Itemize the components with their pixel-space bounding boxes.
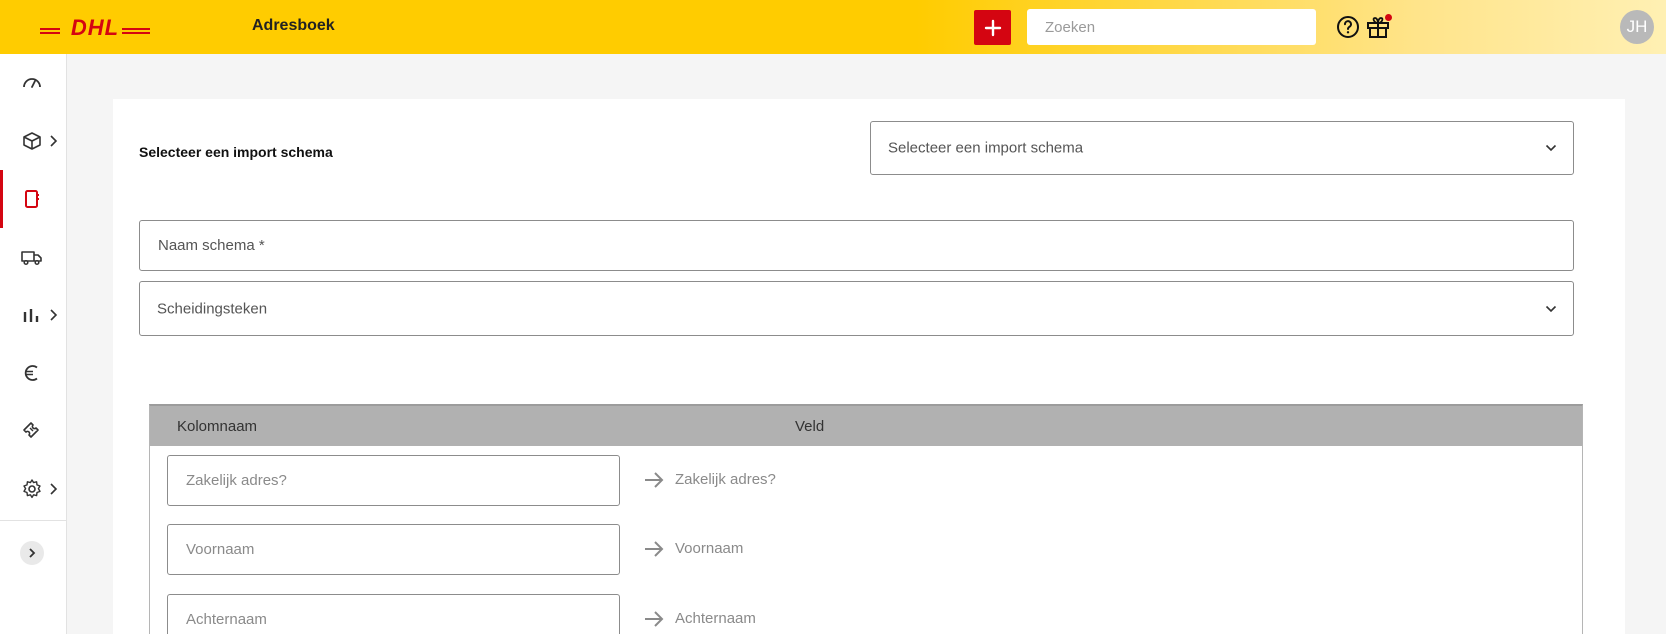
help-icon[interactable] [1336,15,1360,39]
sidebar-item-reports[interactable] [0,286,66,344]
sidebar-item-billing[interactable] [0,344,66,402]
bar-chart-icon [23,309,39,322]
ticket-icon [23,422,39,438]
separator-select-value: Scheidingsteken [157,300,268,317]
sidebar-item-settings[interactable] [0,460,66,518]
top-header: DHL Adresboek JH [0,0,1666,54]
schema-name-input[interactable] [139,220,1574,271]
column-name-input[interactable] [167,594,620,634]
mapped-field: Voornaam [675,540,744,557]
import-schema-select[interactable]: Selecteer een import schema [870,121,1574,175]
sidebar-divider [0,520,66,521]
logo-text: DHL [71,15,119,40]
sidebar-item-vouchers[interactable] [0,402,66,460]
column-name-input[interactable] [167,524,620,575]
truck-icon [21,251,42,266]
dhl-logo[interactable]: DHL [40,14,150,40]
chevron-down-icon [1545,305,1557,312]
chevron-right-icon [29,548,36,558]
sidebar-item-address-book[interactable] [0,170,66,228]
chevron-right-icon [50,483,58,495]
euro-icon [24,365,38,381]
separator-select[interactable]: Scheidingsteken [139,281,1574,336]
search-input[interactable] [1027,9,1316,45]
sidebar-item-dashboard[interactable] [0,54,66,112]
sidebar-item-transport[interactable] [0,228,66,286]
import-schema-select-value: Selecteer een import schema [888,139,1084,157]
arrow-right-icon [645,472,664,488]
sidebar-collapse-button[interactable] [20,541,44,565]
avatar[interactable]: JH [1620,10,1654,44]
table-row: Zakelijk adres? [150,455,1582,517]
column-name-input[interactable] [167,455,620,506]
address-book-icon [25,190,39,208]
arrow-right-icon [645,611,664,627]
plus-icon [984,19,1001,36]
page-title: Adresboek [252,17,335,34]
mapped-field: Zakelijk adres? [675,471,776,488]
package-icon [23,132,41,150]
column-header-kolomnaam: Kolomnaam [177,418,258,435]
table-row: Voornaam [150,524,1582,586]
sidebar [0,54,67,634]
column-mapping-table: Kolomnaam Veld Zakelijk adres? Voornaam … [149,404,1583,634]
arrow-right-icon [645,541,664,557]
import-schema-card: Selecteer een import schema Selecteer ee… [113,99,1625,634]
notification-dot [1385,14,1392,21]
import-schema-label: Selecteer een import schema [139,144,333,160]
chevron-right-icon [50,135,58,147]
chevron-right-icon [50,309,58,321]
mapped-field: Achternaam [675,610,756,627]
table-row: Achternaam [150,594,1582,634]
table-header: Kolomnaam Veld [150,406,1582,446]
add-button[interactable] [974,10,1011,45]
sidebar-item-shipments[interactable] [0,112,66,170]
column-header-veld: Veld [795,418,825,435]
chevron-down-icon [1545,144,1557,152]
dashboard-icon [23,78,41,88]
settings-icon [23,479,41,499]
